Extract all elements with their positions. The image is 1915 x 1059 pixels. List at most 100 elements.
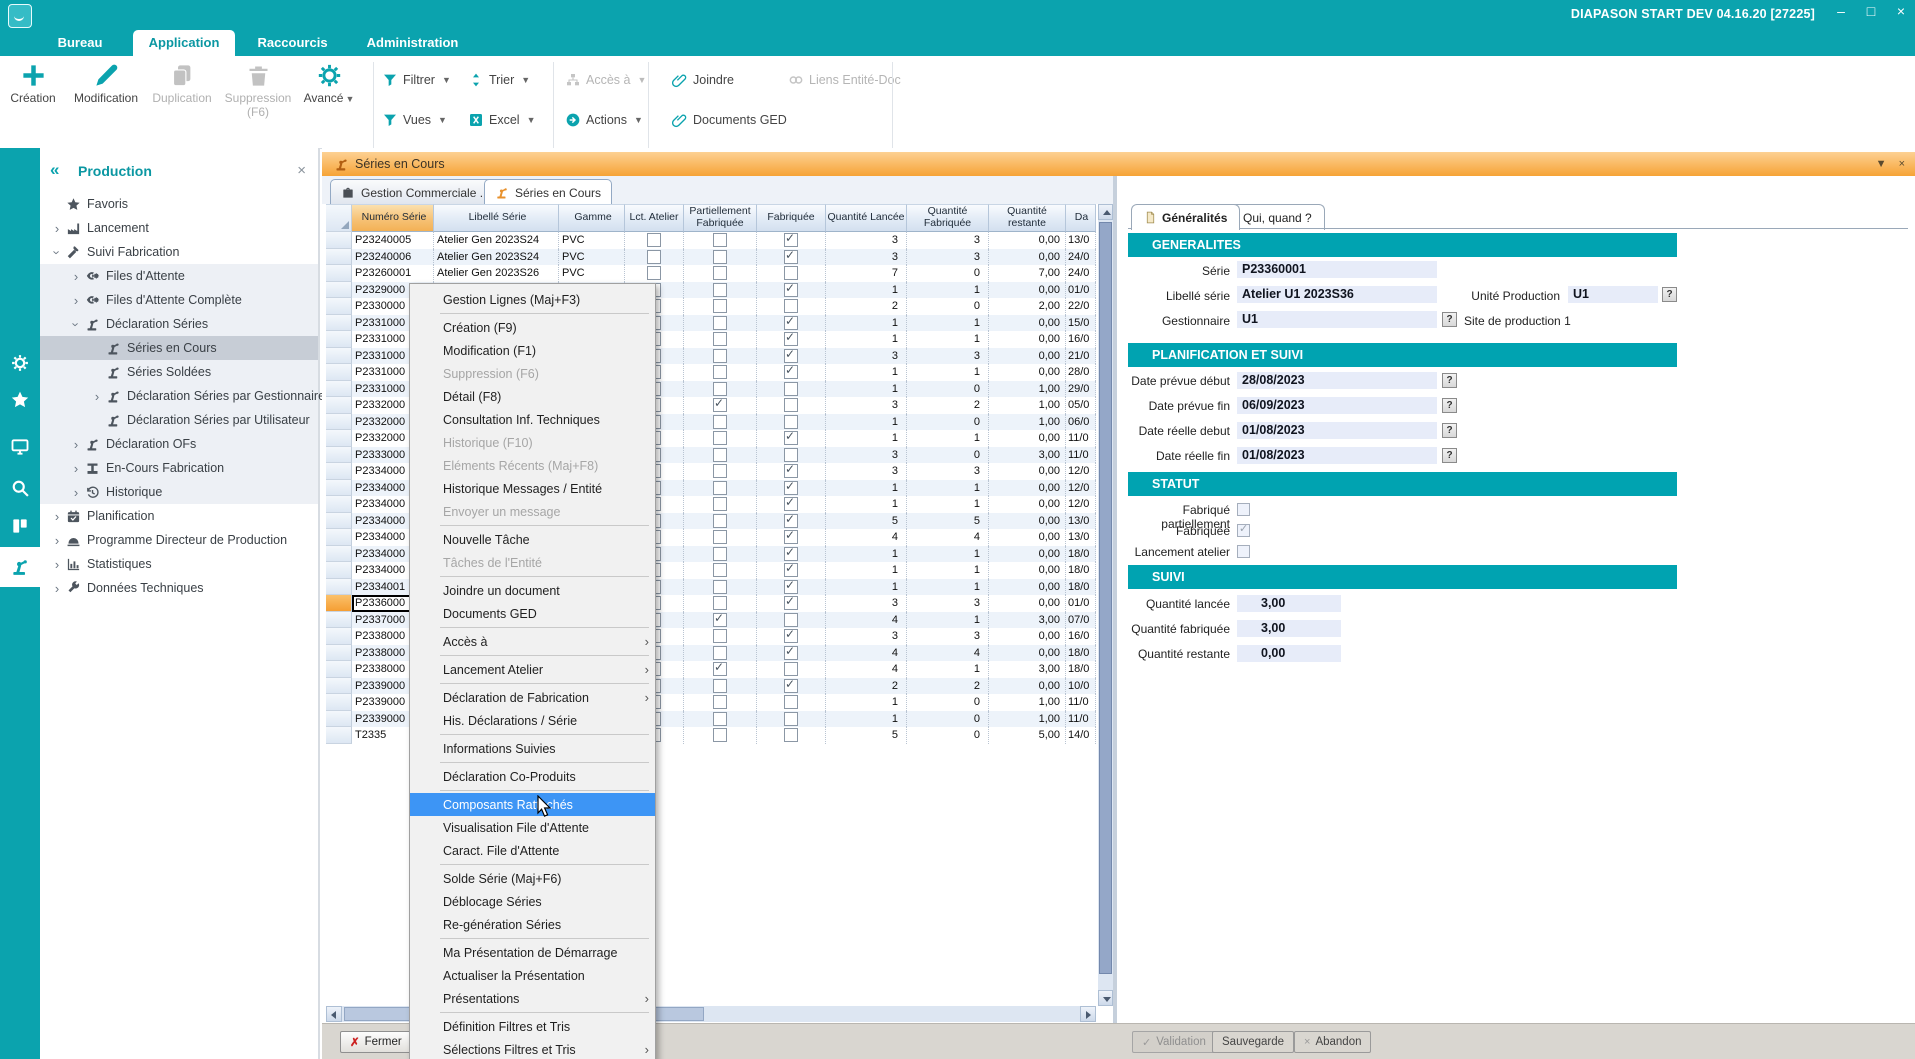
tab-series-en-cours[interactable]: Séries en Cours xyxy=(484,179,612,205)
checkbox[interactable] xyxy=(647,250,661,264)
desktop-icon[interactable] xyxy=(0,427,40,467)
checkbox[interactable] xyxy=(784,382,798,396)
checkbox[interactable] xyxy=(784,299,798,313)
date-field[interactable]: 01/08/2023 xyxy=(1237,422,1437,439)
scroll-left-button[interactable] xyxy=(326,1006,342,1022)
column-header-partiellement-fabriquee[interactable]: Partiellement Fabriquée xyxy=(684,204,757,232)
checkbox[interactable] xyxy=(784,646,798,660)
checkbox[interactable] xyxy=(784,266,798,280)
modules-gear-icon[interactable] xyxy=(0,343,40,383)
unite-production-field[interactable]: U1 xyxy=(1568,286,1658,303)
column-header-fabriquee[interactable]: Fabriquée xyxy=(757,204,826,232)
row-header[interactable] xyxy=(326,711,352,728)
context-menu-item[interactable]: Actualiser la Présentation xyxy=(410,964,655,987)
row-header[interactable] xyxy=(326,727,352,744)
tree-item[interactable]: › Files d'Attente Complète xyxy=(40,288,318,312)
row-header[interactable] xyxy=(326,447,352,464)
checkbox[interactable] xyxy=(713,613,727,627)
sauvegarde-button[interactable]: Sauvegarde xyxy=(1212,1031,1294,1053)
context-menu-item[interactable]: Documents GED xyxy=(410,602,655,625)
tree-item[interactable]: › Statistiques xyxy=(40,552,318,576)
row-header[interactable] xyxy=(326,397,352,414)
context-menu-item[interactable]: Présentations › xyxy=(410,987,655,1010)
select-all-corner[interactable] xyxy=(326,204,352,232)
context-menu-item[interactable]: His. Déclarations / Série xyxy=(410,709,655,732)
checkbox[interactable] xyxy=(784,316,798,330)
column-header-date[interactable]: Da xyxy=(1066,204,1096,232)
tree-item[interactable]: › Programme Directeur de Production xyxy=(40,528,318,552)
joindre-button[interactable]: Joindre xyxy=(672,70,734,90)
tree-expander-icon[interactable]: › xyxy=(67,461,85,476)
row-header[interactable] xyxy=(326,265,352,282)
checkbox[interactable] xyxy=(713,266,727,280)
checkbox[interactable] xyxy=(713,662,727,676)
checkbox[interactable] xyxy=(784,497,798,511)
date-field[interactable]: 06/09/2023 xyxy=(1237,397,1437,414)
row-header[interactable] xyxy=(326,381,352,398)
table-row[interactable]: P23260001 Atelier Gen 2023S26 PVC 7 0 7,… xyxy=(326,265,1096,282)
context-menu-item[interactable]: Composants Rattachés xyxy=(410,793,655,816)
row-header[interactable] xyxy=(326,463,352,480)
checkbox[interactable] xyxy=(713,712,727,726)
checkbox[interactable] xyxy=(713,728,727,742)
column-header-quantite-fabriquee[interactable]: Quantité Fabriquée xyxy=(907,204,989,232)
checkbox[interactable] xyxy=(713,415,727,429)
context-menu-item[interactable]: Envoyer un message xyxy=(410,500,655,523)
checkbox[interactable] xyxy=(784,580,798,594)
gestionnaire-field[interactable]: U1 xyxy=(1237,311,1437,328)
row-header[interactable] xyxy=(326,694,352,711)
row-header[interactable] xyxy=(326,282,352,299)
context-menu-item[interactable]: Re-génération Séries xyxy=(410,913,655,936)
checkbox[interactable] xyxy=(713,464,727,478)
help-button[interactable]: ? xyxy=(1442,398,1457,413)
checkbox[interactable] xyxy=(713,233,727,247)
tree-item[interactable]: › Déclaration OFs xyxy=(40,432,318,456)
row-header[interactable] xyxy=(326,661,352,678)
row-header[interactable] xyxy=(326,612,352,629)
tree-item[interactable]: › Planification xyxy=(40,504,318,528)
tree-item[interactable]: › Files d'Attente xyxy=(40,264,318,288)
documents-ged-button[interactable]: Documents GED xyxy=(672,110,787,130)
row-header[interactable] xyxy=(326,249,352,266)
checkbox[interactable] xyxy=(713,448,727,462)
tree-item[interactable]: › Déclaration Séries par Gestionnaire xyxy=(40,384,318,408)
checkbox[interactable] xyxy=(713,250,727,264)
excel-button[interactable]: Excel▼ xyxy=(468,110,536,130)
checkbox[interactable] xyxy=(647,233,661,247)
tree-item[interactable]: › Lancement xyxy=(40,216,318,240)
tree-expander-icon[interactable]: › xyxy=(48,557,66,572)
row-header[interactable] xyxy=(326,562,352,579)
tab-qui-quand[interactable]: Qui, quand ? xyxy=(1230,204,1325,230)
tab-administration[interactable]: Administration xyxy=(355,30,470,56)
column-header-numero-serie[interactable]: Numéro Série xyxy=(352,204,434,232)
libelle-serie-field[interactable]: Atelier U1 2023S36 xyxy=(1237,286,1437,303)
tree-item[interactable]: Déclaration Séries par Utilisateur xyxy=(40,408,318,432)
checkbox[interactable] xyxy=(713,299,727,313)
close-button[interactable]: × xyxy=(1893,3,1909,19)
checkbox[interactable] xyxy=(784,415,798,429)
scroll-right-button[interactable] xyxy=(1080,1006,1096,1022)
checkbox[interactable] xyxy=(713,365,727,379)
actions-button[interactable]: Actions▼ xyxy=(565,110,643,130)
collapse-sidebar-button[interactable]: « xyxy=(50,160,59,180)
table-row[interactable]: P23240006 Atelier Gen 2023S24 PVC 3 3 0,… xyxy=(326,249,1096,266)
row-header[interactable] xyxy=(326,430,352,447)
context-menu-item[interactable]: Caract. File d'Attente xyxy=(410,839,655,862)
favorites-star-icon[interactable] xyxy=(0,380,40,420)
checkbox[interactable] xyxy=(713,481,727,495)
checkbox[interactable] xyxy=(784,695,798,709)
checkbox[interactable] xyxy=(713,563,727,577)
tree-expander-icon[interactable]: › xyxy=(67,269,85,284)
context-menu-item[interactable]: Consultation Inf. Techniques xyxy=(410,408,655,431)
abandon-button[interactable]: × Abandon xyxy=(1294,1031,1371,1053)
checkbox[interactable] xyxy=(713,497,727,511)
filtrer-button[interactable]: Filtrer▼ xyxy=(382,70,451,90)
checkbox[interactable] xyxy=(713,679,727,693)
row-header[interactable] xyxy=(326,595,352,612)
table-row[interactable]: P23240005 Atelier Gen 2023S24 PVC 3 3 0,… xyxy=(326,232,1096,249)
maximize-button[interactable]: □ xyxy=(1863,3,1879,19)
checkbox[interactable] xyxy=(784,629,798,643)
avance-button[interactable]: Avancé▼ xyxy=(296,62,362,105)
context-menu-item[interactable]: Tâches de l'Entité xyxy=(410,551,655,574)
tree-item[interactable]: › Déclaration Séries xyxy=(40,312,318,336)
